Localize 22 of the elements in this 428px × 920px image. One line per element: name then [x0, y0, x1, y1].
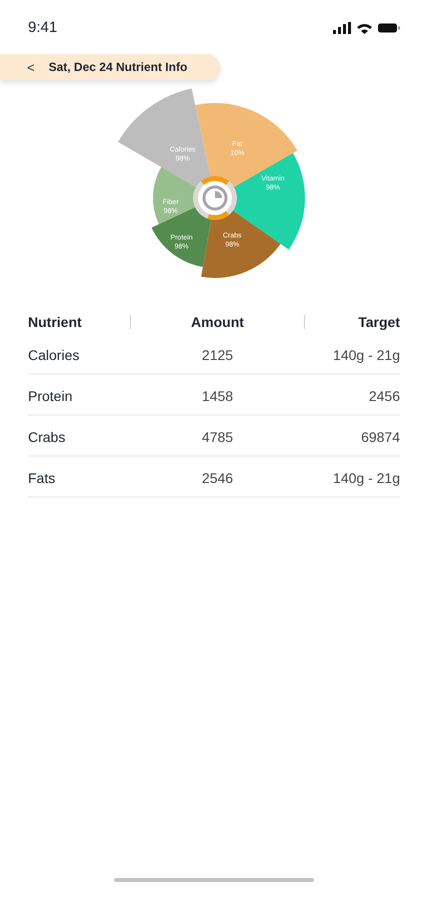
table-cell-text: Crabs — [28, 428, 66, 447]
column-header: Nutrient — [28, 312, 83, 332]
table-cell-text: 140g - 21g — [332, 469, 400, 488]
page-title: Sat, Dec 24 Nutrient Info — [48, 59, 188, 76]
table-cell-text: 1458 — [200, 387, 234, 406]
table-cell-text: 2456 — [368, 387, 400, 406]
battery-icon — [378, 23, 400, 33]
table-cell-text: 140g - 21g — [332, 346, 400, 365]
table-cell-text: Protein — [28, 387, 74, 406]
center-dial-icon — [193, 176, 237, 220]
signal-icon — [333, 22, 351, 34]
table-cell-text: Fats — [28, 469, 56, 488]
table-cell-text: 4785 — [200, 428, 234, 447]
table-cell-text: 2546 — [200, 469, 234, 488]
column-header: Target — [357, 312, 400, 332]
table-cell-text: Calories — [28, 346, 80, 365]
status-time: 9:41 — [28, 18, 58, 38]
column-header: Amount — [190, 312, 245, 332]
table-cell-text: 2125 — [200, 346, 234, 365]
table-cell-text: 69874 — [360, 428, 400, 447]
back-button[interactable]: < — [27, 60, 35, 74]
wifi-icon — [357, 22, 372, 34]
